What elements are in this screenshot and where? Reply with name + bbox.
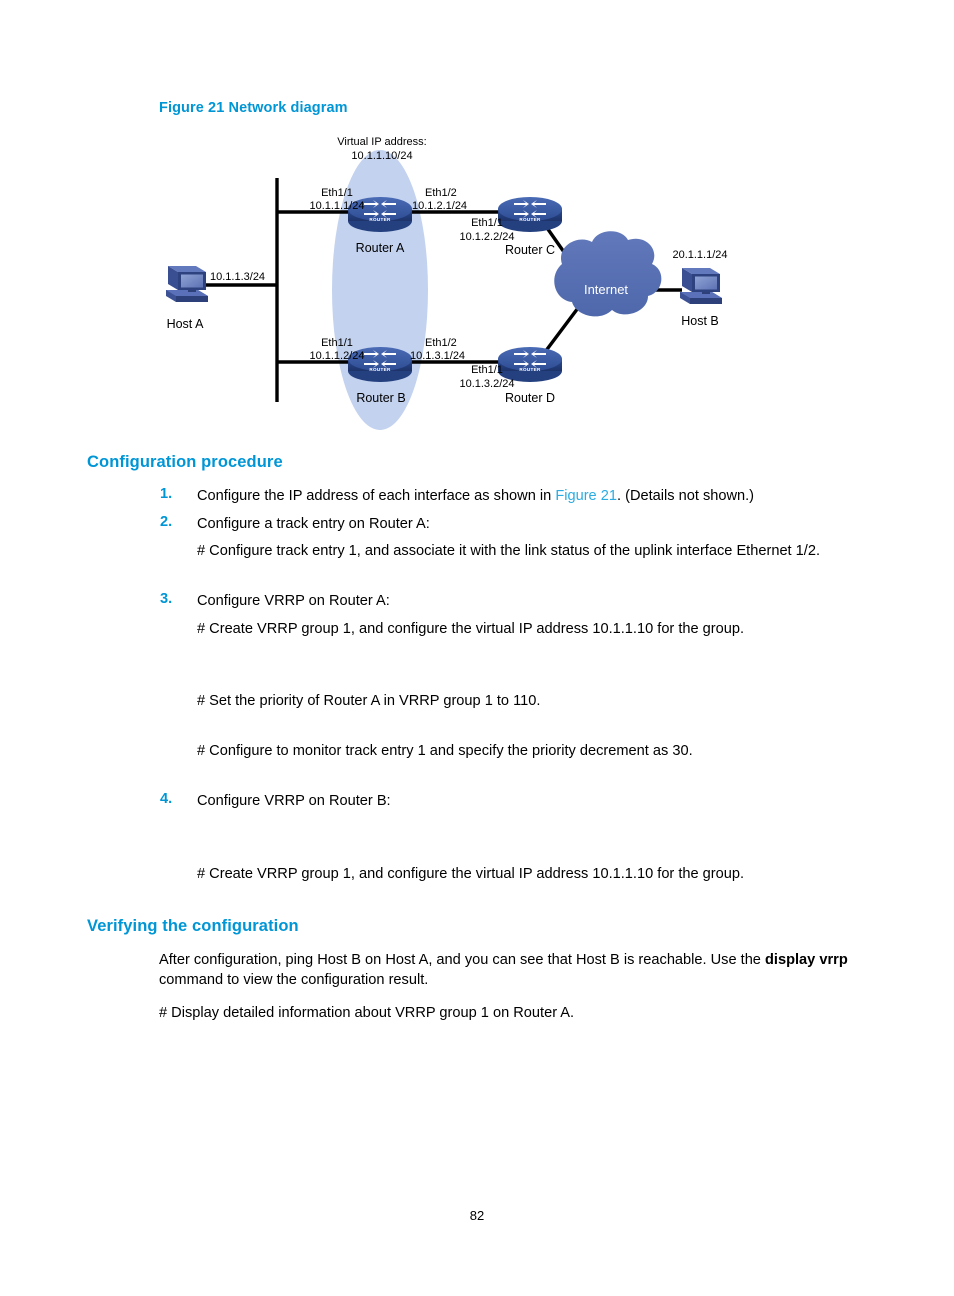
router-d-node: Router D xyxy=(498,347,562,405)
router-d-if: Eth1/1 xyxy=(471,364,503,376)
host-a-label: Host A xyxy=(167,317,204,331)
verifying-paragraph-2: # Display detailed information about VRR… xyxy=(159,1005,575,1021)
internet-cloud: Internet xyxy=(554,231,662,317)
virtual-ip-line2: 10.1.1.10/24 xyxy=(351,150,412,162)
vrrp-command-bold: vrrp xyxy=(819,952,848,968)
host-a-node: Host A xyxy=(166,266,208,331)
step-3-number: 3. xyxy=(160,591,173,607)
virtual-ip-line1: Virtual IP address: xyxy=(337,136,426,148)
router-d-label: Router D xyxy=(505,391,555,405)
figure-21-link[interactable]: Figure 21 xyxy=(555,488,617,504)
cloud-label: Internet xyxy=(584,282,628,297)
step-1-text: Configure the IP address of each interfa… xyxy=(197,486,897,506)
heading-verifying-the-configuration: Verifying the configuration xyxy=(87,917,299,935)
step-2-number: 2. xyxy=(160,514,173,530)
router-d-ip: 10.1.3.2/24 xyxy=(459,378,514,390)
step-2-note: # Configure track entry 1, and associate… xyxy=(197,543,821,559)
verifying-paragraph: After configuration, ping Host B on Host… xyxy=(159,950,871,990)
heading-configuration-procedure: Configuration procedure xyxy=(87,453,283,471)
verifying-text-part2: command to view the configuration result… xyxy=(159,972,429,988)
step-3-note-3: # Configure to monitor track entry 1 and… xyxy=(197,743,693,759)
router-c-ip: 10.1.2.2/24 xyxy=(459,231,514,243)
step-4-text: Configure VRRP on Router B: xyxy=(197,793,391,809)
router-c-node: Router C xyxy=(498,197,562,257)
router-b-left-if: Eth1/1 xyxy=(321,337,353,349)
page-number: 82 xyxy=(469,1208,485,1223)
link-routerd-internet xyxy=(543,306,580,354)
step-1-number: 1. xyxy=(160,486,173,502)
host-b-ip: 20.1.1.1/24 xyxy=(672,249,727,261)
step-1-text-before: Configure the IP address of each interfa… xyxy=(197,488,556,504)
router-a-right-if: Eth1/2 xyxy=(425,187,457,199)
host-b-node: Host B xyxy=(680,268,722,328)
router-b-left-ip: 10.1.1.2/24 xyxy=(309,350,364,362)
step-3-note-1: # Create VRRP group 1, and configure the… xyxy=(197,621,745,637)
step-3-note-2: # Set the priority of Router A in VRRP g… xyxy=(197,693,541,709)
router-b-right-if: Eth1/2 xyxy=(425,337,457,349)
host-b-label: Host B xyxy=(681,314,719,328)
step-2-text: Configure a track entry on Router A: xyxy=(197,516,430,532)
step-4-number: 4. xyxy=(160,791,173,807)
display-command-bold: display xyxy=(764,952,816,968)
router-b-label: Router B xyxy=(356,391,405,405)
step-4-note-1: # Create VRRP group 1, and configure the… xyxy=(197,866,745,882)
router-c-if: Eth1/1 xyxy=(471,217,503,229)
step-3-text: Configure VRRP on Router A: xyxy=(197,593,390,609)
host-a-ip: 10.1.1.3/24 xyxy=(210,271,265,283)
router-a-label: Router A xyxy=(356,241,405,255)
document-page: Figure 21 Network diagram TER Internet R… xyxy=(0,0,954,1296)
figure-caption: Figure 21 Network diagram xyxy=(159,100,348,116)
router-a-left-ip: 10.1.1.1/24 xyxy=(309,200,364,212)
verifying-text-part1: After configuration, ping Host B on Host… xyxy=(159,952,765,968)
step-1-text-after: . (Details not shown.) xyxy=(616,488,755,504)
router-a-right-ip: 10.1.2.1/24 xyxy=(412,200,467,212)
router-b-right-ip: 10.1.3.1/24 xyxy=(410,350,465,362)
router-a-left-if: Eth1/1 xyxy=(321,187,353,199)
router-c-label: Router C xyxy=(505,243,555,257)
network-diagram: ROUTER xyxy=(0,130,954,440)
